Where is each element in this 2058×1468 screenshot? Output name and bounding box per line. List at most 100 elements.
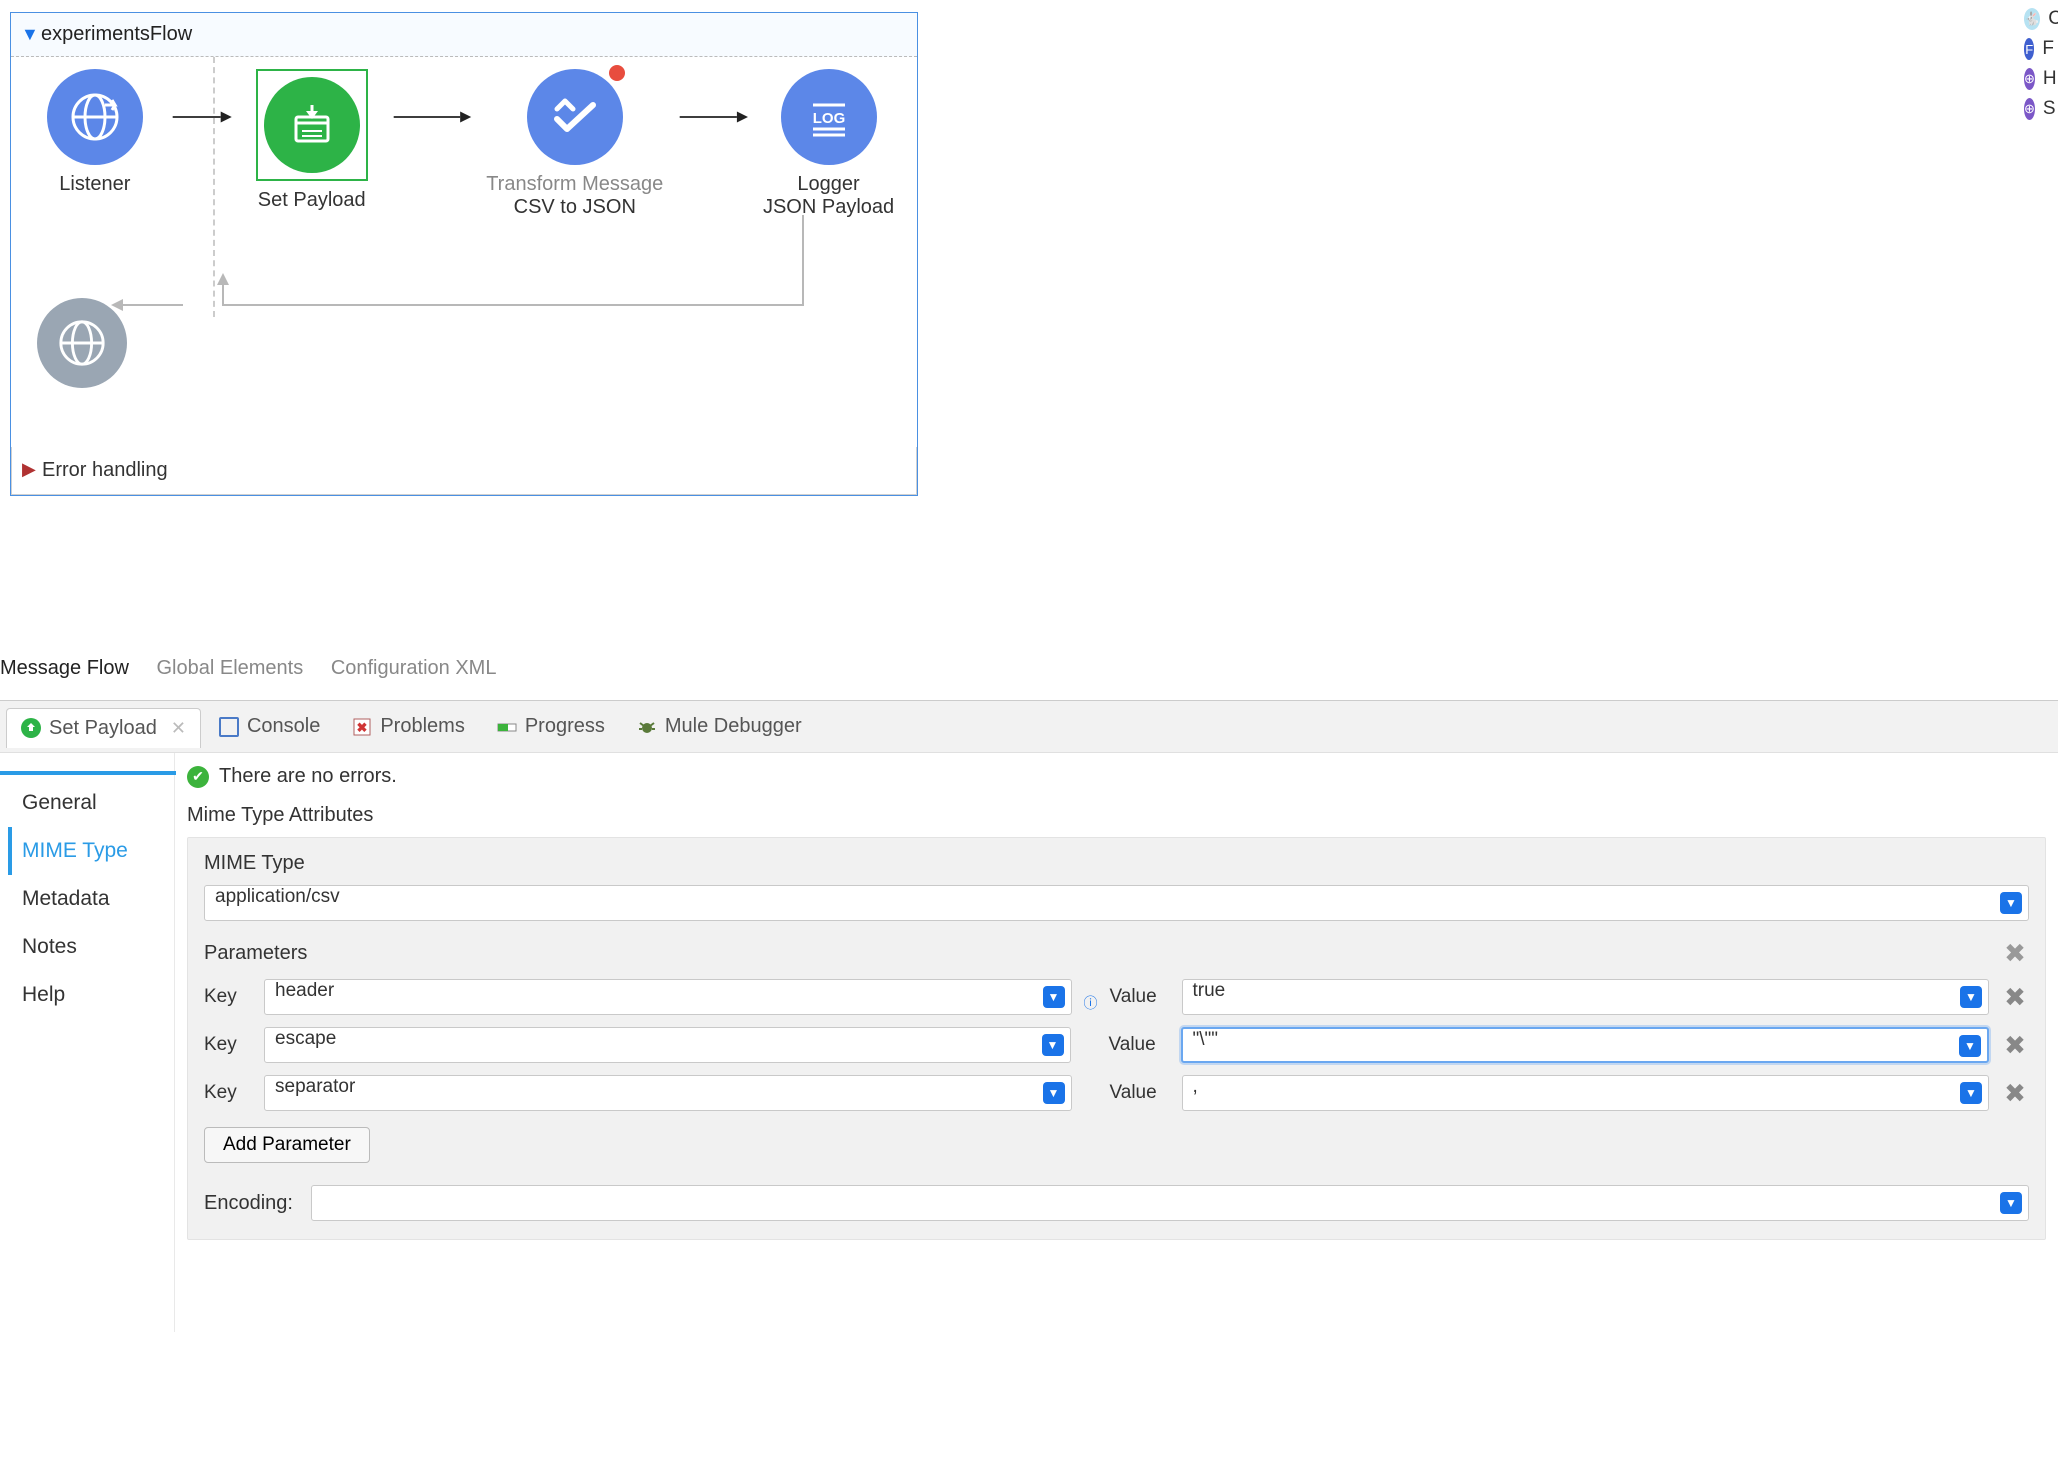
- palette-item-0-label: C: [2048, 8, 2058, 30]
- tab-progress-label: Progress: [525, 715, 605, 738]
- mime-type-value: application/csv: [215, 886, 340, 907]
- status-bar: ✔ There are no errors.: [187, 763, 2046, 798]
- mime-type-label: MIME Type: [204, 852, 2029, 875]
- node-response[interactable]: [37, 298, 127, 388]
- param-key-combo-1[interactable]: escape ▼: [264, 1027, 1071, 1063]
- param-value-value-1: "\"": [1193, 1029, 1219, 1050]
- add-parameter-button[interactable]: Add Parameter: [204, 1127, 370, 1163]
- parameters-clear-icon[interactable]: ✖: [2001, 939, 2029, 967]
- node-logger-label1: Logger: [797, 173, 859, 196]
- param-value-value-2: ,: [1193, 1076, 1198, 1097]
- chevron-down-icon[interactable]: ▼: [1043, 1082, 1065, 1104]
- flow-title-bar[interactable]: ▼ experimentsFlow: [11, 13, 917, 57]
- tab-configuration-xml[interactable]: Configuration XML: [331, 657, 497, 679]
- tab-progress[interactable]: Progress: [483, 707, 619, 746]
- set-payload-icon: [264, 77, 360, 173]
- palette-item-1-icon: F: [2024, 38, 2034, 60]
- chevron-down-icon[interactable]: ▼: [1960, 986, 1982, 1008]
- tab-console[interactable]: Console: [205, 707, 334, 746]
- node-logger[interactable]: LOG Logger JSON Payload: [750, 69, 907, 219]
- logger-icon: LOG: [781, 69, 877, 165]
- tab-console-label: Console: [247, 715, 320, 738]
- tab-mule-debugger-label: Mule Debugger: [665, 715, 802, 738]
- transform-icon: [527, 69, 623, 165]
- disclosure-down-icon[interactable]: ▼: [21, 24, 39, 45]
- sidenav-item-mime-type[interactable]: MIME Type: [8, 827, 174, 875]
- param-delete-2[interactable]: ✖: [2001, 1079, 2029, 1107]
- param-key-combo-0[interactable]: header ▼: [264, 979, 1072, 1015]
- tab-problems[interactable]: ✖ Problems: [338, 707, 478, 746]
- encoding-combo[interactable]: ▼: [311, 1185, 2029, 1221]
- problems-icon: ✖: [352, 717, 372, 737]
- svg-text:LOG: LOG: [812, 110, 845, 127]
- param-delete-1[interactable]: ✖: [2001, 1031, 2029, 1059]
- param-key-label-2: Key: [204, 1082, 252, 1104]
- sidenav-item-general[interactable]: General: [22, 779, 174, 827]
- param-key-label-0: Key: [204, 986, 252, 1008]
- tab-set-payload-label: Set Payload: [49, 717, 157, 740]
- close-icon[interactable]: ✕: [171, 718, 186, 739]
- chevron-down-icon[interactable]: ▼: [2000, 892, 2022, 914]
- node-listener[interactable]: Listener: [21, 69, 169, 196]
- palette-item-3-icon: ⊕: [2024, 98, 2035, 120]
- tab-global-elements[interactable]: Global Elements: [157, 657, 304, 679]
- mime-type-group: MIME Type application/csv ▼ Parameters ✖…: [187, 837, 2046, 1240]
- palette-item-1-label: F: [2042, 38, 2054, 60]
- set-payload-tab-icon: [21, 718, 41, 738]
- param-key-value-2: separator: [275, 1076, 355, 1097]
- sidenav-item-help[interactable]: Help: [22, 971, 174, 1019]
- progress-icon: [497, 717, 517, 737]
- chevron-down-icon[interactable]: ▼: [2000, 1192, 2022, 1214]
- parameters-label: Parameters: [204, 942, 307, 965]
- palette-item-0-icon: 🐇: [2024, 8, 2040, 30]
- status-text: There are no errors.: [219, 765, 397, 788]
- disclosure-right-icon[interactable]: ▶: [22, 459, 36, 480]
- param-row-0: Key header ▼ ⓘ Value true ▼ ✖: [204, 979, 2029, 1015]
- info-icon: ⓘ: [1084, 993, 1098, 1013]
- node-transform-label1: Transform Message: [486, 173, 663, 196]
- svg-text:✖: ✖: [357, 720, 368, 735]
- bottom-panel-tabs: Set Payload ✕ Console ✖ Problems Progres…: [0, 700, 2058, 752]
- palette-item-0[interactable]: 🐇C: [2020, 4, 2058, 34]
- encoding-label: Encoding:: [204, 1192, 293, 1215]
- palette-item-3-label: S: [2043, 98, 2056, 120]
- param-value-combo-2[interactable]: , ▼: [1182, 1075, 1990, 1111]
- chevron-down-icon[interactable]: ▼: [1959, 1035, 1981, 1057]
- selection-ring: [256, 69, 368, 181]
- flow-title: experimentsFlow: [41, 23, 192, 45]
- status-ok-icon: ✔: [187, 766, 209, 788]
- arrow-3: [676, 69, 750, 165]
- param-key-label-1: Key: [204, 1034, 252, 1056]
- param-value-combo-0[interactable]: true ▼: [1182, 979, 1990, 1015]
- node-set-payload-label: Set Payload: [258, 189, 366, 212]
- arrow-1: [169, 69, 234, 165]
- node-set-payload[interactable]: Set Payload: [233, 69, 390, 212]
- param-row-2: Key separator ▼ ⓘ Value , ▼ ✖: [204, 1075, 2029, 1111]
- param-key-combo-2[interactable]: separator ▼: [264, 1075, 1072, 1111]
- palette-item-2-icon: ⊕: [2024, 68, 2035, 90]
- debugger-icon: [637, 717, 657, 737]
- sidenav-item-notes[interactable]: Notes: [22, 923, 174, 971]
- sidenav-item-metadata[interactable]: Metadata: [22, 875, 174, 923]
- param-value-label-0: Value: [1110, 986, 1170, 1008]
- tab-mule-debugger[interactable]: Mule Debugger: [623, 707, 816, 746]
- palette-rail: 🐇C FF ⊕H ⊕S: [2020, 4, 2058, 124]
- param-value-combo-1[interactable]: "\"" ▼: [1181, 1027, 1990, 1063]
- arrow-2: [390, 69, 473, 165]
- palette-item-2[interactable]: ⊕H: [2020, 64, 2058, 94]
- mime-type-combo[interactable]: application/csv ▼: [204, 885, 2029, 921]
- param-delete-0[interactable]: ✖: [2001, 983, 2029, 1011]
- node-transform-label2: CSV to JSON: [514, 196, 636, 219]
- properties-side-nav: General MIME Type Metadata Notes Help: [0, 753, 175, 1332]
- response-icon: [37, 298, 127, 388]
- node-listener-label: Listener: [59, 173, 130, 196]
- tab-message-flow[interactable]: Message Flow: [0, 657, 129, 679]
- chevron-down-icon[interactable]: ▼: [1042, 1034, 1064, 1056]
- tab-set-payload[interactable]: Set Payload ✕: [6, 708, 201, 748]
- chevron-down-icon[interactable]: ▼: [1043, 986, 1065, 1008]
- chevron-down-icon[interactable]: ▼: [1960, 1082, 1982, 1104]
- palette-item-3[interactable]: ⊕S: [2020, 94, 2058, 124]
- node-transform-message[interactable]: Transform Message CSV to JSON: [473, 69, 676, 219]
- error-handling-section[interactable]: ▶ Error handling: [11, 447, 917, 495]
- palette-item-1[interactable]: FF: [2020, 34, 2058, 64]
